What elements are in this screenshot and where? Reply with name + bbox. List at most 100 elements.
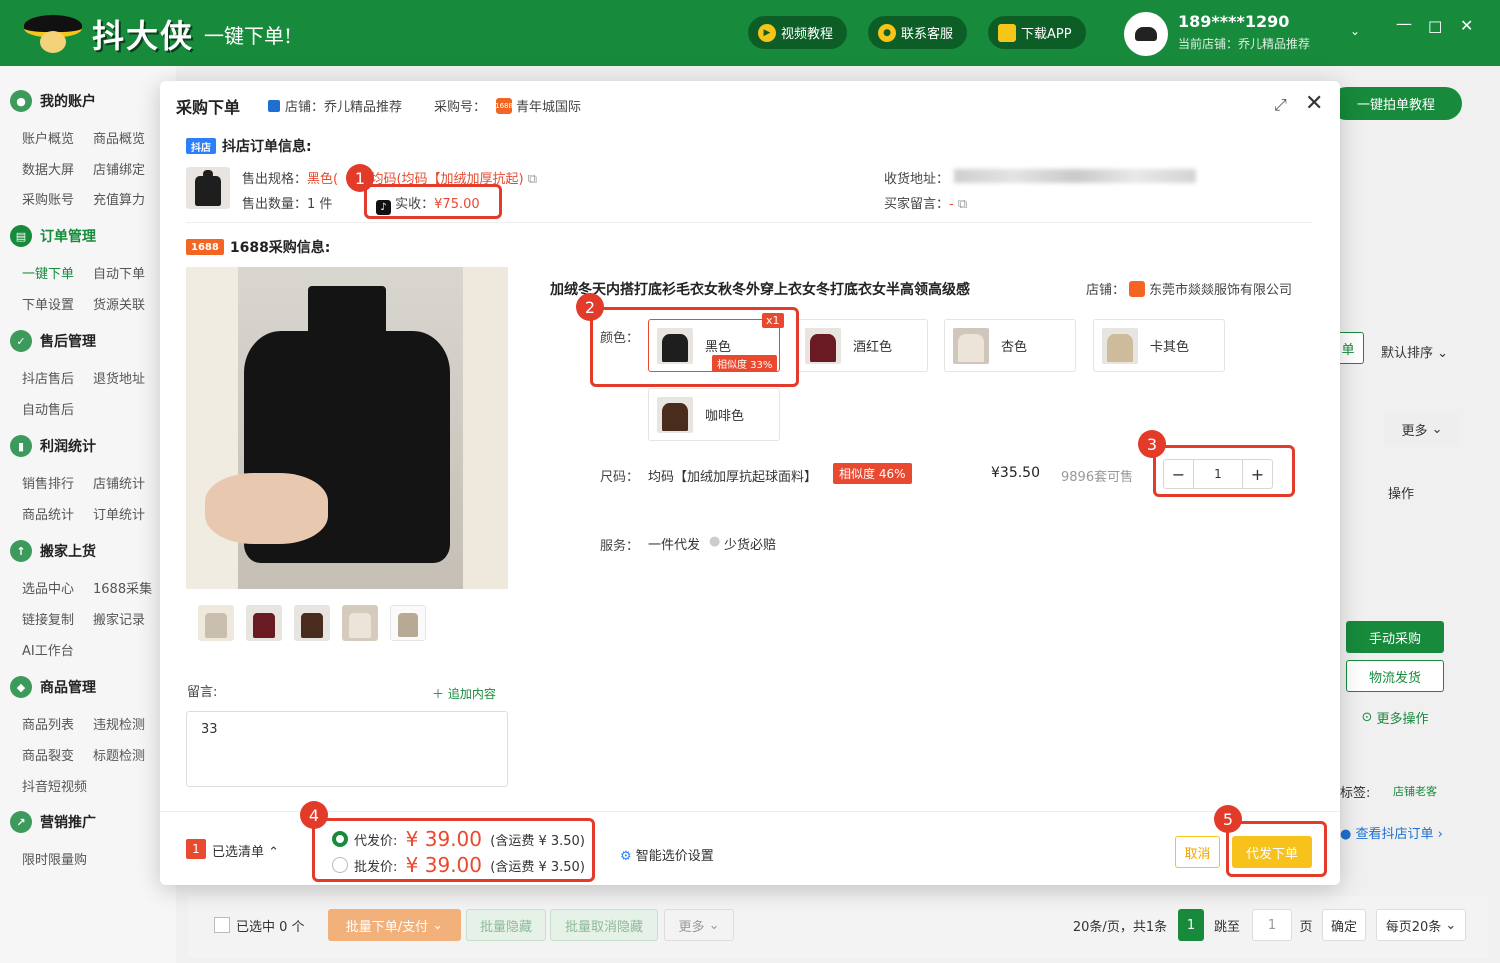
sidebar-item[interactable]: 下单设置	[22, 294, 74, 313]
expand-icon[interactable]: ⤢	[1274, 95, 1287, 115]
batch-hide-button[interactable]: 批量隐藏	[466, 909, 546, 941]
more-dropdown[interactable]: 更多 ⌄	[1384, 413, 1460, 445]
size-similarity-badge: 相似度 46%	[833, 463, 912, 484]
gear-icon: ⚙	[620, 849, 632, 864]
close-window-icon[interactable]: ✕	[1460, 16, 1473, 35]
confirm-page-button[interactable]: 确定	[1322, 909, 1366, 941]
sidebar-item[interactable]: 自动下单	[93, 263, 145, 282]
sidebar-item[interactable]: 标题检测	[93, 745, 145, 764]
sidebar-item[interactable]: 1688采集	[93, 578, 152, 597]
copy-icon[interactable]: ⧉	[528, 172, 537, 187]
sidebar-item[interactable]: 采购账号	[22, 189, 74, 208]
close-icon[interactable]: ✕	[1305, 91, 1323, 116]
batch-unhide-button[interactable]: 批量取消隐藏	[550, 909, 658, 941]
selected-list-toggle[interactable]: 已选清单 ⌃	[212, 841, 279, 860]
gallery-thumbnail[interactable]	[246, 605, 282, 641]
coffee-swatch-icon	[657, 396, 693, 433]
logistics-button[interactable]: 物流发货	[1346, 660, 1444, 692]
play-icon: ▶	[758, 23, 776, 42]
sidebar-section-profit[interactable]: ▮ 利润统计	[10, 435, 96, 457]
minimize-icon[interactable]: —	[1396, 14, 1412, 33]
operation-header: 操作	[1388, 487, 1415, 502]
sidebar-section-orders[interactable]: ▤ 订单管理	[10, 225, 96, 247]
sidebar-item[interactable]: 违规检测	[93, 714, 145, 733]
1688-icon: 1688	[495, 97, 513, 114]
sidebar-item[interactable]: 退货地址	[93, 368, 145, 387]
bottom-bar: 已选中 0 个 批量下单/支付 ⌄ 批量隐藏 批量取消隐藏 更多 ⌄ 20条/页…	[188, 896, 1488, 958]
sidebar-item[interactable]: AI工作台	[22, 640, 74, 659]
goto-page-input[interactable]: 1	[1252, 909, 1292, 941]
color-option-apricot[interactable]: 杏色	[944, 319, 1076, 372]
copy-icon[interactable]: ⧉	[958, 197, 967, 212]
message-textarea[interactable]: 33	[186, 711, 508, 787]
sidebar-item[interactable]: 抖音短视频	[22, 776, 87, 795]
contact-support-button[interactable]: ● 联系客服	[868, 16, 968, 49]
sidebar-item[interactable]: 商品概览	[93, 128, 145, 147]
maximize-icon[interactable]: ☐	[1428, 18, 1442, 37]
avatar[interactable]	[1124, 12, 1168, 56]
supplier-store: 店铺： 东莞市燚燚服饰有限公司	[1086, 281, 1293, 298]
product-main-image[interactable]	[186, 267, 508, 589]
video-tutorial-button[interactable]: ▶ 视频教程	[748, 16, 848, 49]
chat-icon: ●	[878, 23, 896, 42]
sidebar-item[interactable]: 自动售后	[22, 399, 74, 418]
sidebar-section-migrate[interactable]: ↑ 搬家上货	[10, 540, 96, 562]
account-icon: ●	[10, 90, 32, 112]
more-ops-button[interactable]: ⊙ 更多操作	[1346, 701, 1444, 733]
color-option-coffee[interactable]: 咖啡色	[648, 388, 780, 441]
logo-subtext: 一键下单!	[204, 23, 293, 48]
page-button[interactable]: 1	[1178, 909, 1204, 941]
size-value: 均码【加绒加厚抗起球面料】	[648, 470, 818, 485]
batch-order-button[interactable]: 批量下单/支付 ⌄	[328, 909, 461, 941]
view-order-link[interactable]: ● 查看抖店订单 ›	[1340, 823, 1443, 842]
sold-quantity: 售出数量：1 件	[242, 197, 333, 212]
sidebar-item[interactable]: 一键下单	[22, 263, 74, 282]
sidebar-item[interactable]: 抖店售后	[22, 368, 74, 387]
annotation-number-3: 3	[1138, 430, 1166, 458]
sidebar-item[interactable]: 选品中心	[22, 578, 74, 597]
gallery-thumbnail[interactable]	[342, 605, 378, 641]
current-shop: 当前店铺：乔儿精品推荐	[1178, 37, 1311, 51]
sidebar-item[interactable]: 充值算力	[93, 189, 145, 208]
per-page-select[interactable]: 每页20条 ⌄	[1376, 909, 1466, 941]
aftersale-icon: ✓	[10, 330, 32, 352]
chevron-down-icon[interactable]: ⌄	[1350, 24, 1360, 38]
apricot-swatch-icon	[953, 327, 989, 364]
smart-price-settings[interactable]: ⚙ 智能选价设置	[620, 845, 714, 864]
select-all-checkbox[interactable]: 已选中 0 个	[214, 909, 324, 941]
sidebar-item[interactable]: 货源关联	[93, 294, 145, 313]
sidebar-item[interactable]: 数据大屏	[22, 159, 74, 178]
sidebar-section-marketing[interactable]: ↗ 营销推广	[10, 811, 96, 833]
sidebar-item[interactable]: 店铺统计	[93, 473, 145, 492]
gallery-thumbnail[interactable]	[198, 605, 234, 641]
page-unit: 页	[1299, 919, 1313, 935]
sidebar-item[interactable]: 商品裂变	[22, 745, 74, 764]
sidebar-item[interactable]: 限时限量购	[22, 849, 87, 868]
sidebar-item[interactable]: 链接复制	[22, 609, 74, 628]
sidebar-section-products[interactable]: ◆ 商品管理	[10, 676, 96, 698]
annotation-box-4	[312, 818, 595, 882]
sidebar-section-account[interactable]: ● 我的账户	[10, 90, 96, 112]
add-content-button[interactable]: ＋ 追加内容	[432, 685, 496, 702]
color-option-khaki[interactable]: 卡其色	[1093, 319, 1225, 372]
product-title: 加绒冬天内搭打底衫毛衣女秋冬外穿上衣女冬打底衣女半高领高级感	[550, 282, 970, 298]
gallery-thumbnail[interactable]	[294, 605, 330, 641]
1688-icon	[1129, 281, 1146, 297]
sidebar-item[interactable]: 店铺绑定	[93, 159, 145, 178]
cancel-button[interactable]: 取消	[1175, 836, 1220, 868]
sidebar-item[interactable]: 商品列表	[22, 714, 74, 733]
sidebar-item[interactable]: 搬家记录	[93, 609, 145, 628]
manual-purchase-button[interactable]: 手动采购	[1346, 621, 1444, 653]
sidebar-item[interactable]: 销售排行	[22, 473, 74, 492]
batch-more-button[interactable]: 更多 ⌄	[664, 909, 734, 941]
sidebar-item[interactable]: 订单统计	[93, 504, 145, 523]
color-option-wine-red[interactable]: 酒红色	[796, 319, 928, 372]
stock: 9896套可售	[1061, 470, 1134, 485]
sort-dropdown[interactable]: 默认排序 ⌄	[1381, 342, 1448, 361]
download-app-button[interactable]: 下载APP	[988, 16, 1086, 49]
sidebar-item[interactable]: 商品统计	[22, 504, 74, 523]
sidebar-section-aftersale[interactable]: ✓ 售后管理	[10, 330, 96, 352]
gallery-thumbnail[interactable]	[390, 605, 426, 641]
tutorial-button[interactable]: 一键拍单教程	[1330, 87, 1462, 120]
sidebar-item[interactable]: 账户概览	[22, 128, 74, 147]
